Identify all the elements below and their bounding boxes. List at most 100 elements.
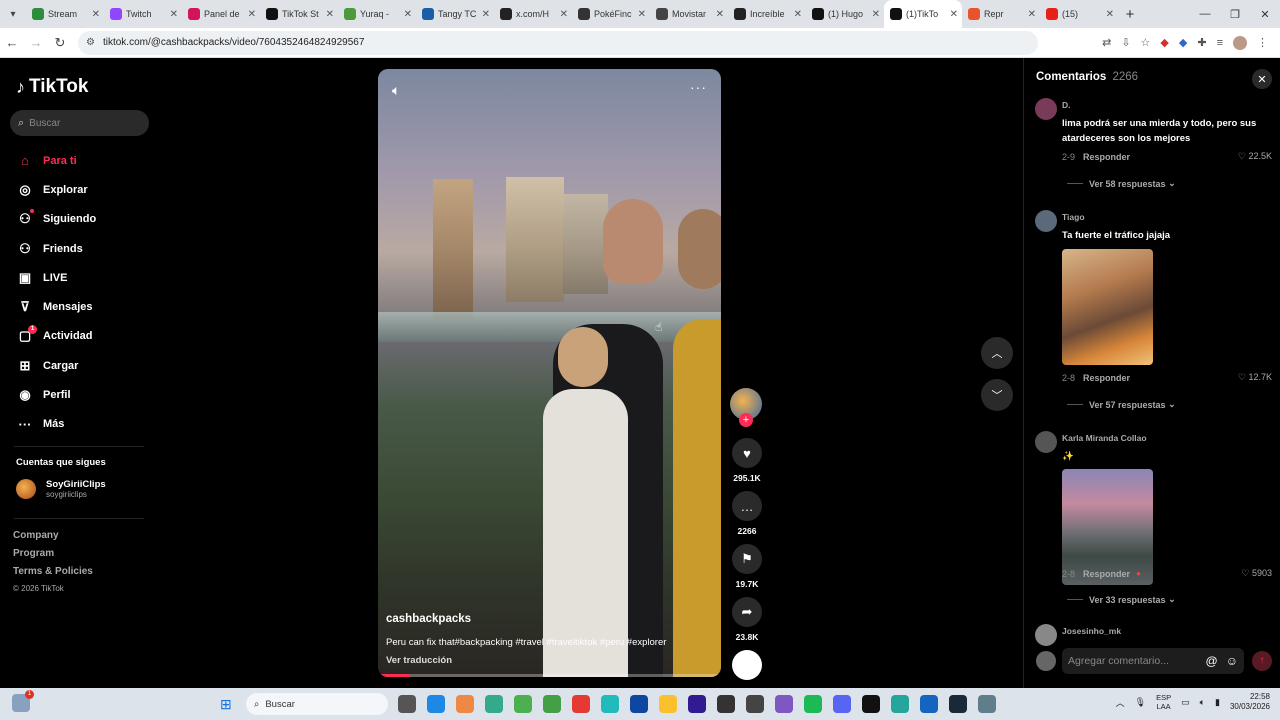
comment-user[interactable]: D. [1062,100,1071,110]
tab-close-icon[interactable]: ✕ [950,9,958,20]
tab-close-icon[interactable]: ✕ [482,9,490,20]
tab-close-icon[interactable]: ✕ [560,9,568,20]
clock[interactable]: 22:58 30/03/2026 [1230,692,1270,712]
close-window-icon[interactable]: ✕ [1250,8,1280,21]
tab-close-icon[interactable]: ✕ [872,9,880,20]
like-action[interactable]: ♥ 295.1K [730,438,764,483]
comment-user[interactable]: Tiago [1062,212,1085,222]
reload-icon[interactable]: ↻ [48,35,72,51]
tab-close-icon[interactable]: ✕ [92,9,100,20]
close-icon[interactable]: ✕ [1252,69,1272,89]
sidebar-item-mensajes[interactable]: ⊽ Mensajes [16,292,96,321]
follow-plus-icon[interactable]: + [739,413,753,427]
browser-tab[interactable]: (1) Hugo ✕ [806,0,884,28]
sidebar-item-live[interactable]: ▣ LIVE [16,263,96,292]
volume-icon[interactable]: 🔈︎ [392,82,400,99]
footer-link-terms[interactable]: Terms & Policies [13,566,93,584]
app-icon[interactable] [746,695,764,713]
comment-image[interactable] [1062,249,1153,365]
emoji-icon[interactable]: ☺ [1226,654,1238,668]
settings-icon[interactable] [978,695,996,713]
browser-tab[interactable]: (15) ✕ [1040,0,1118,28]
tab-close-icon[interactable]: ✕ [1028,9,1036,20]
sidebar-item-actividad[interactable]: ▢ 1 Actividad [16,322,96,351]
video-player[interactable]: 🔈︎ ··· cashbackpacks Peru can fix that#b… [378,69,721,677]
app-icon[interactable] [717,695,735,713]
tab-close-icon[interactable]: ✕ [404,9,412,20]
sidebar-item-m-s[interactable]: ··· Más [16,410,96,439]
followed-account[interactable]: SoyGiriiClips soygiriiclips [16,479,106,499]
premiere-icon[interactable] [688,695,706,713]
steam-icon[interactable] [949,695,967,713]
video-author[interactable]: cashbackpacks [386,613,471,625]
restore-icon[interactable]: ❐ [1220,8,1250,21]
new-tab-button[interactable]: + [1118,6,1142,23]
install-icon[interactable]: ⇩ [1121,36,1130,49]
more-options-icon[interactable]: ··· [690,79,707,95]
previous-video-button[interactable]: ︿ [981,337,1013,369]
browser-tab[interactable]: Tangy TC ✕ [416,0,494,28]
sidebar-item-friends[interactable]: ⚇ Friends [16,234,96,263]
browser-tab[interactable]: x.com/H ✕ [494,0,572,28]
reply-button[interactable]: Responder [1083,152,1130,162]
browser-tab[interactable]: (1)TikTo ✕ [884,0,962,28]
edge-icon[interactable] [427,695,445,713]
back-icon[interactable]: ← [0,35,24,50]
video-progress-bar[interactable] [378,674,721,677]
sidebar-item-perfil[interactable]: ◉ Perfil [16,380,96,409]
chrome-icon[interactable] [601,695,619,713]
volume-icon[interactable]: 🔈︎ [1200,697,1205,708]
puzzle-icon[interactable]: ✚ [1197,36,1206,49]
music-disc-icon[interactable] [732,650,762,680]
save-action[interactable]: ⚑ 19.7K [730,544,764,589]
reply-button[interactable]: Responder [1083,373,1130,383]
comment-input[interactable]: Agregar comentario... @ ☺ [1062,648,1244,674]
search-input[interactable]: ⌕ Buscar [10,110,149,136]
extension-icon[interactable]: ◆ [1160,36,1168,49]
browser-tab[interactable]: Stream ✕ [26,0,104,28]
bookmark-icon[interactable]: ⚑ [732,544,762,574]
network-icon[interactable]: ▭ [1181,697,1190,708]
browser-tab[interactable]: Movistar ✕ [650,0,728,28]
minimize-icon[interactable]: — [1190,8,1220,20]
chrome-icon[interactable] [572,695,590,713]
view-replies-button[interactable]: Ver 58 respuestas ⌄ [1067,178,1176,189]
media-icon[interactable]: ≡ [1217,37,1223,49]
comment-like[interactable]: ♡ 5903 [1241,568,1272,579]
outlook-icon[interactable] [630,695,648,713]
tab-close-icon[interactable]: ✕ [638,9,646,20]
comment-user[interactable]: Josesinho_mk [1062,626,1121,636]
app-icon[interactable] [775,695,793,713]
word-icon[interactable] [920,695,938,713]
footer-link-program[interactable]: Program [13,548,93,566]
tab-close-icon[interactable]: ✕ [716,9,724,20]
url-field[interactable]: ⚙ tiktok.com/@cashbackpacks/video/760435… [78,30,1038,55]
bookmark-star-icon[interactable]: ☆ [1141,36,1151,49]
comment-icon[interactable]: … [732,491,762,521]
comment-action[interactable]: … 2266 [730,491,764,536]
view-replies-button[interactable]: Ver 57 respuestas ⌄ [1067,399,1176,410]
discord-icon[interactable] [833,695,851,713]
chrome-icon[interactable] [543,695,561,713]
start-icon[interactable]: ⊞ [220,696,232,713]
browser-tab[interactable]: Repr ✕ [962,0,1040,28]
comment-user[interactable]: Karla Miranda Collao [1062,433,1147,443]
tab-close-icon[interactable]: ✕ [1106,9,1114,20]
mention-icon[interactable]: @ [1206,654,1218,668]
spotify-icon[interactable] [804,695,822,713]
app-icon[interactable] [891,695,909,713]
sidebar-item-para-ti[interactable]: ⌂ Para ti [16,146,96,175]
browser-tab[interactable]: Increíble ✕ [728,0,806,28]
share-action[interactable]: ➦ 23.8K [730,597,764,642]
browser-tab[interactable]: Twitch ✕ [104,0,182,28]
translate-icon[interactable]: ⇄ [1102,36,1111,49]
avatar[interactable] [1035,624,1057,646]
profile-avatar[interactable] [1233,35,1247,50]
sidebar-item-siguiendo[interactable]: ⚇ Siguiendo [16,205,96,234]
next-video-button[interactable]: ﹀ [981,379,1013,411]
extension2-icon[interactable]: ◆ [1179,36,1187,49]
comment-like[interactable]: ♡ 12.7K [1238,372,1272,383]
browser-tab[interactable]: Yuraq - ✕ [338,0,416,28]
tab-close-icon[interactable]: ✕ [326,9,334,20]
chrome-icon[interactable] [514,695,532,713]
